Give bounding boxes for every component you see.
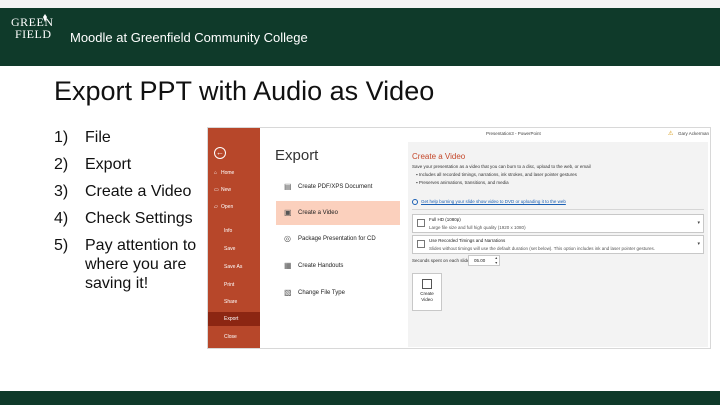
chevron-down-icon: ▾ [697, 241, 700, 247]
new-document-icon: ▭ [214, 187, 219, 193]
step-item: 4) Check Settings [54, 209, 204, 228]
powerpoint-export-screenshot: ← ⌂ Home ▭ New ▱ Open Info Save Save As Pri… [207, 127, 711, 349]
cd-icon: ◎ [284, 234, 291, 243]
option-label: Create Handouts [298, 263, 344, 269]
chevron-down-icon: ▾ [697, 220, 700, 226]
option-create-handouts[interactable]: ▦ Create Handouts [276, 254, 400, 278]
slide-header: GREEN FIELD Moodle at Greenfield Communi… [0, 0, 720, 66]
create-video-panel: Create a Video Save your presentation as… [408, 142, 708, 347]
folder-icon: ▱ [214, 204, 218, 210]
bullet-text: Includes all recorded timings, narration… [418, 172, 577, 177]
backstage-sidebar: ← ⌂ Home ▭ New ▱ Open Info Save Save As Pri… [208, 128, 260, 348]
sidebar-item-label: Home [221, 170, 235, 176]
app-title: Presentation3 - PowerPoint [486, 131, 541, 136]
ppt-titlebar: Presentation3 - PowerPoint ⚠ Gary Ackerm… [260, 128, 710, 140]
leaf-icon [43, 14, 47, 22]
step-number: 1) [54, 129, 69, 146]
quality-dropdown[interactable]: Full HD (1080p) Large file size and full… [412, 214, 704, 233]
pdf-icon: ▤ [284, 182, 292, 191]
step-item: 2) Export [54, 155, 204, 174]
step-number: 3) [54, 183, 69, 200]
sidebar-item-open[interactable]: ▱ Open [208, 200, 260, 214]
step-text: File [85, 129, 111, 146]
spinner-arrows-icon[interactable]: ▲ ▼ [495, 256, 498, 265]
option-create-pdf[interactable]: ▤ Create PDF/XPS Document [276, 175, 400, 199]
seconds-stepper[interactable]: 05.00 ▲ ▼ [468, 255, 500, 266]
create-button-line2: Video [421, 297, 433, 302]
step-number: 5) [54, 237, 69, 254]
sidebar-item-label: New [221, 187, 232, 193]
panel-description: Save your presentation as a video that y… [412, 164, 591, 169]
footer-band [0, 391, 720, 405]
seconds-label: Seconds spent on each slide: [412, 258, 471, 263]
timings-icon [417, 240, 425, 248]
option-label: Create PDF/XPS Document [298, 184, 373, 190]
step-item: 5) Pay attention to where you are saving… [54, 236, 204, 293]
home-icon: ⌂ [214, 170, 218, 176]
step-number: 4) [54, 210, 69, 227]
option-create-video[interactable]: ▣ Create a Video [276, 201, 400, 225]
step-item: 3) Create a Video [54, 182, 204, 201]
warning-icon: ⚠ [668, 131, 674, 137]
sidebar-item-print[interactable]: Print [208, 278, 260, 292]
bullet-text: Preserves animations, transitions, and m… [418, 180, 509, 185]
back-arrow-icon[interactable]: ← [214, 147, 226, 159]
step-text: Check Settings [85, 210, 193, 227]
slide-title: Export PPT with Audio as Video [54, 76, 435, 106]
sidebar-item-home[interactable]: ⌂ Home [208, 166, 260, 180]
create-video-icon [422, 279, 432, 289]
file-type-icon: ▧ [284, 288, 292, 297]
sidebar-item-share[interactable]: Share [208, 295, 260, 309]
sidebar-item-info[interactable]: Info [208, 224, 260, 238]
option-package-cd[interactable]: ◎ Package Presentation for CD [276, 227, 400, 251]
info-icon [412, 199, 418, 205]
org-name: Moodle at Greenfield Community College [70, 30, 308, 45]
sidebar-item-new[interactable]: ▭ New [208, 183, 260, 197]
step-text: Create a Video [85, 183, 192, 200]
help-link[interactable]: Get help burning your slide show video t… [412, 199, 566, 205]
handouts-icon: ▦ [284, 261, 292, 270]
step-item: 1) File [54, 128, 204, 147]
video-icon: ▣ [284, 208, 292, 217]
quality-description: Large file size and full high quality (1… [429, 225, 526, 230]
sidebar-item-label: Open [221, 204, 234, 210]
logo-text-bottom: FIELD [15, 27, 52, 41]
bullet-item: ▪ Includes all recorded timings, narrati… [416, 172, 577, 177]
step-text: Pay attention to where you are saving it… [85, 237, 197, 292]
timings-description: Slides without timings will use the defa… [429, 246, 656, 251]
sidebar-item-save-as[interactable]: Save As [208, 260, 260, 274]
divider [412, 209, 704, 210]
panel-title: Create a Video [412, 152, 466, 161]
user-name: Gary Ackerman [678, 131, 710, 136]
option-label: Package Presentation for CD [298, 236, 376, 242]
step-number: 2) [54, 156, 69, 173]
timings-dropdown[interactable]: Use Recorded Timings and Narrations Slid… [412, 235, 704, 254]
seconds-value: 05.00 [474, 258, 486, 263]
quality-selected: Full HD (1080p) [429, 217, 461, 222]
option-label: Change File Type [298, 290, 345, 296]
step-text: Export [85, 156, 132, 173]
option-label: Create a Video [298, 210, 338, 216]
bullet-item: ▪ Preserves animations, transitions, and… [416, 180, 509, 185]
sidebar-item-save[interactable]: Save [208, 242, 260, 256]
help-link-text: Get help burning your slide show video t… [421, 199, 566, 205]
monitor-icon [417, 219, 425, 227]
option-change-file-type[interactable]: ▧ Change File Type [276, 281, 400, 305]
steps-list: 1) File 2) Export 3) Create a Video 4) C… [54, 128, 204, 301]
export-heading: Export [275, 147, 319, 164]
greenfield-logo: GREEN FIELD [11, 14, 55, 56]
sidebar-item-close[interactable]: Close [208, 330, 260, 344]
sidebar-item-export[interactable]: Export [208, 312, 260, 326]
timings-selected: Use Recorded Timings and Narrations [429, 238, 506, 243]
create-video-button[interactable]: Create Video [412, 273, 442, 311]
